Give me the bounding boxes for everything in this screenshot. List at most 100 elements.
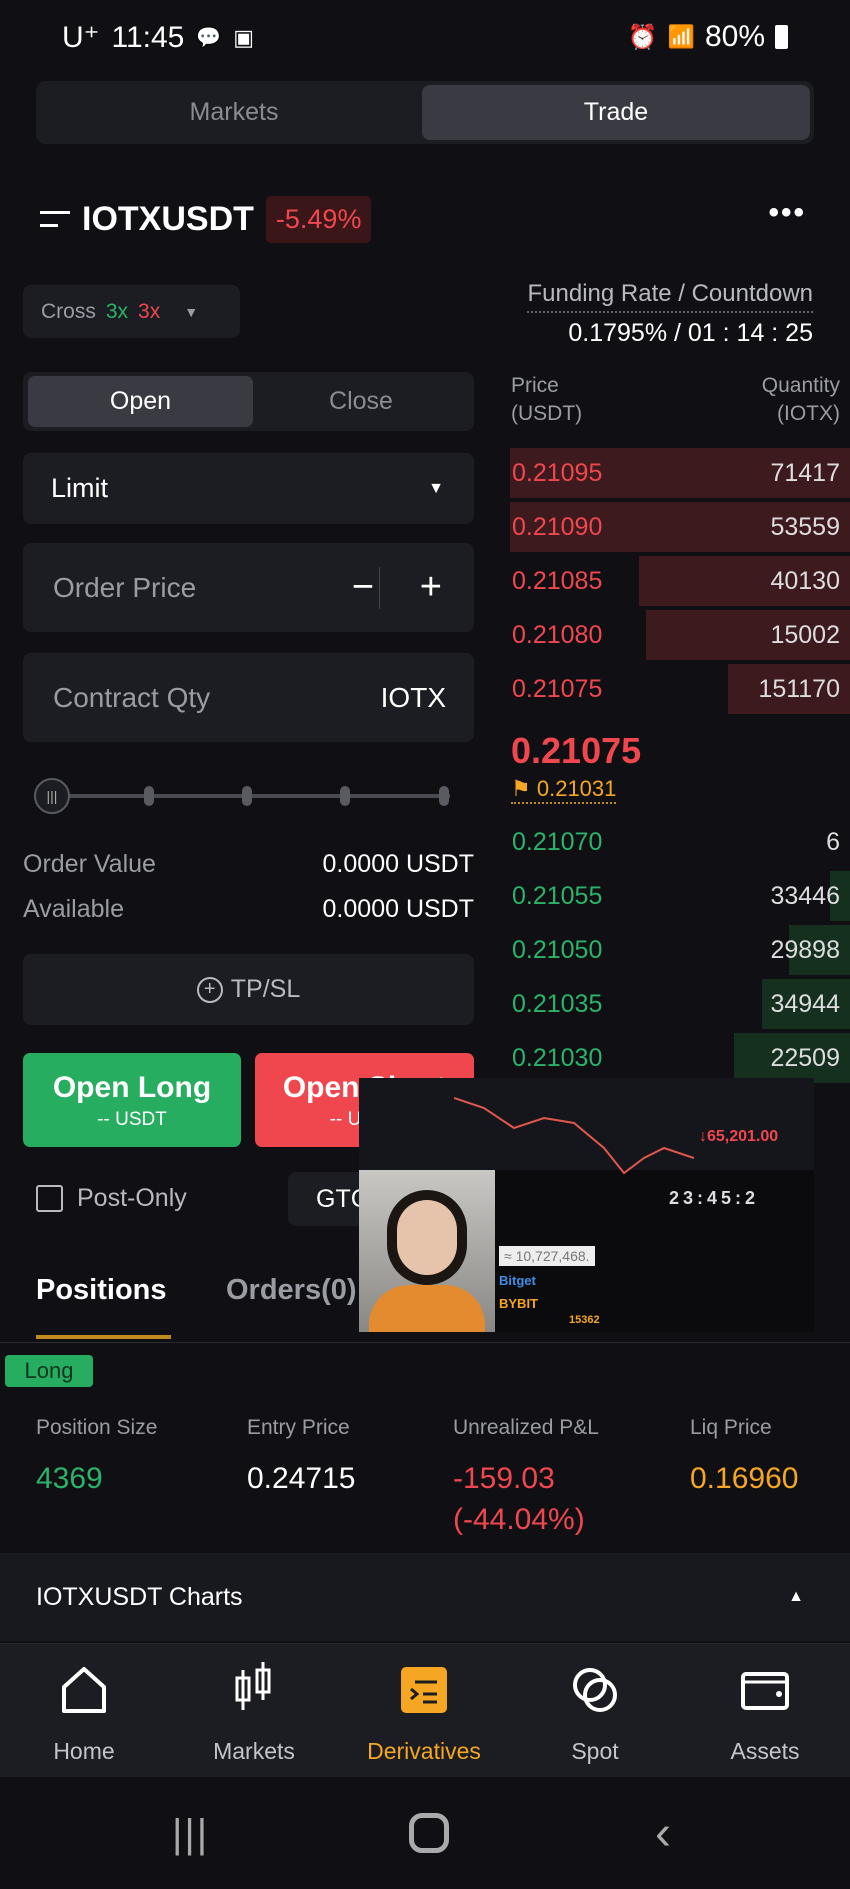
price: 0.21085 bbox=[512, 566, 603, 595]
order-summary: Order Value 0.0000 USDT Available 0.0000 U… bbox=[23, 850, 474, 924]
caret-down-icon: ▼ bbox=[428, 479, 444, 497]
funding-label[interactable]: Funding Rate / Countdown bbox=[527, 280, 813, 313]
tpsl-button[interactable]: + TP/SL bbox=[23, 954, 474, 1025]
overlay-code: 15362 bbox=[569, 1314, 600, 1326]
nav-assets[interactable]: Assets bbox=[685, 1660, 845, 1765]
flag-icon: ⚑ bbox=[511, 776, 531, 801]
quantity: 33446 bbox=[770, 881, 840, 910]
mark-price[interactable]: ⚑ 0.21031 bbox=[511, 776, 617, 804]
position-size: 4369 bbox=[36, 1462, 103, 1495]
tab-close[interactable]: Close bbox=[253, 376, 469, 427]
wifi-icon: 📶 bbox=[667, 24, 695, 49]
back-icon[interactable]: ‹ bbox=[655, 1806, 671, 1861]
order-value: 0.0000 USDT bbox=[322, 850, 474, 878]
alarm-icon: ⏰ bbox=[627, 23, 658, 51]
header-entry-price: Entry Price bbox=[247, 1416, 350, 1439]
unrealized-pnl: -159.03 bbox=[453, 1462, 555, 1495]
menu-icon[interactable] bbox=[40, 210, 70, 229]
plus-icon[interactable]: + bbox=[420, 566, 442, 609]
price-change-badge: -5.49% bbox=[265, 196, 372, 243]
quantity: 40130 bbox=[770, 566, 840, 595]
video-overlay[interactable]: ↓65,201.00 ≈ 10,727,468. Bitget BYBIT 15… bbox=[359, 1078, 814, 1332]
nav-markets[interactable]: Markets bbox=[174, 1660, 334, 1765]
ob-price-header: Price (USDT) bbox=[511, 372, 582, 428]
plus-circle-icon: + bbox=[196, 976, 223, 1003]
price: 0.21075 bbox=[512, 674, 603, 703]
bid-row[interactable]: 0.21070 6 bbox=[510, 817, 850, 867]
home-button-icon[interactable] bbox=[409, 1813, 449, 1853]
mark-price-value: 0.21031 bbox=[536, 776, 617, 801]
quantity: 15002 bbox=[770, 620, 840, 649]
slider-handle[interactable]: ||| bbox=[34, 778, 70, 814]
margin-mode-selector[interactable]: Cross 3x 3x ▼ bbox=[23, 285, 240, 338]
long-leverage: 3x bbox=[105, 299, 129, 323]
quantity: 34944 bbox=[770, 989, 840, 1018]
minus-icon[interactable]: − bbox=[352, 566, 374, 609]
nav-home[interactable]: Home bbox=[4, 1660, 164, 1765]
recent-apps-icon[interactable]: ||| bbox=[172, 1812, 209, 1857]
quantity-slider[interactable]: ||| bbox=[34, 778, 454, 814]
ask-row[interactable]: 0.21085 40130 bbox=[510, 556, 850, 606]
more-icon[interactable]: ••• bbox=[768, 196, 806, 230]
last-price: 0.21075 bbox=[511, 730, 642, 771]
home-icon bbox=[62, 1667, 106, 1713]
tpsl-label: TP/SL bbox=[230, 975, 301, 1003]
charts-section-toggle[interactable]: IOTXUSDT Charts ▲ bbox=[0, 1553, 850, 1641]
tab-markets[interactable]: Markets bbox=[40, 85, 428, 140]
unrealized-pnl-pct: (-44.04%) bbox=[453, 1503, 585, 1536]
header-liq-price: Liq Price bbox=[690, 1416, 772, 1439]
open-long-sub: -- USDT bbox=[97, 1109, 167, 1130]
ask-row[interactable]: 0.21080 15002 bbox=[510, 610, 850, 660]
tab-open[interactable]: Open bbox=[28, 376, 253, 427]
wallet-icon bbox=[741, 1672, 789, 1710]
open-close-toggle: Open Close bbox=[23, 372, 474, 431]
checkbox-icon[interactable] bbox=[36, 1185, 63, 1212]
price: 0.21090 bbox=[512, 512, 603, 541]
nav-label: Spot bbox=[571, 1738, 619, 1764]
bid-row[interactable]: 0.21035 34944 bbox=[510, 979, 850, 1029]
post-only-label: Post-Only bbox=[77, 1184, 187, 1212]
nav-derivatives[interactable]: Derivatives bbox=[344, 1660, 504, 1765]
overlay-balance: ≈ 10,727,468. bbox=[499, 1246, 595, 1266]
price: 0.21055 bbox=[512, 881, 603, 910]
post-only-checkbox[interactable]: Post-Only bbox=[36, 1184, 187, 1213]
derivatives-icon bbox=[401, 1667, 447, 1713]
quantity: 29898 bbox=[770, 935, 840, 964]
bid-row[interactable]: 0.21030 22509 bbox=[510, 1033, 850, 1083]
short-leverage: 3x bbox=[138, 299, 161, 323]
nav-label: Markets bbox=[213, 1738, 295, 1764]
order-price-placeholder: Order Price bbox=[53, 571, 197, 603]
symbol-name[interactable]: IOTXUSDT bbox=[82, 200, 254, 239]
price: 0.21070 bbox=[512, 827, 603, 856]
tab-orders[interactable]: Orders(0) bbox=[226, 1274, 357, 1307]
overlay-timer: 23:45:2 bbox=[669, 1188, 760, 1208]
qty-header: Quantity bbox=[761, 374, 840, 397]
header-unrealized-pnl: Unrealized P&L bbox=[453, 1416, 599, 1439]
ask-row[interactable]: 0.21095 71417 bbox=[510, 448, 850, 498]
chart-thumbnail bbox=[454, 1097, 694, 1175]
order-price-input[interactable]: Order Price − + bbox=[23, 543, 474, 632]
margin-mode: Cross bbox=[41, 299, 96, 323]
price: 0.21030 bbox=[512, 1043, 603, 1072]
bid-row[interactable]: 0.21055 33446 bbox=[510, 871, 850, 921]
ask-row[interactable]: 0.21090 53559 bbox=[510, 502, 850, 552]
position-side-badge: Long bbox=[5, 1355, 93, 1387]
bid-row[interactable]: 0.21050 29898 bbox=[510, 925, 850, 975]
status-bar-right: ⏰ 📶 80% bbox=[628, 20, 788, 54]
tab-trade[interactable]: Trade bbox=[422, 85, 810, 140]
price: 0.21080 bbox=[512, 620, 603, 649]
tab-positions[interactable]: Positions bbox=[36, 1274, 167, 1307]
header-position-size: Position Size bbox=[36, 1416, 158, 1439]
ask-row[interactable]: 0.21075 151170 bbox=[510, 664, 850, 714]
top-tab-bar: Markets Trade bbox=[36, 81, 814, 144]
nav-spot[interactable]: Spot bbox=[515, 1660, 675, 1765]
open-long-button[interactable]: Open Long -- USDT bbox=[23, 1053, 241, 1147]
caret-up-icon: ▲ bbox=[788, 1588, 804, 1605]
divider bbox=[379, 567, 380, 609]
overlay-brand2: BYBIT bbox=[499, 1296, 538, 1311]
contract-qty-input[interactable]: Contract Qty IOTX bbox=[23, 653, 474, 742]
order-value-label: Order Value bbox=[23, 850, 156, 878]
carrier: U⁺ bbox=[62, 21, 100, 54]
available-value: 0.0000 USDT bbox=[322, 895, 474, 923]
order-type-select[interactable]: Limit ▼ bbox=[23, 453, 474, 524]
